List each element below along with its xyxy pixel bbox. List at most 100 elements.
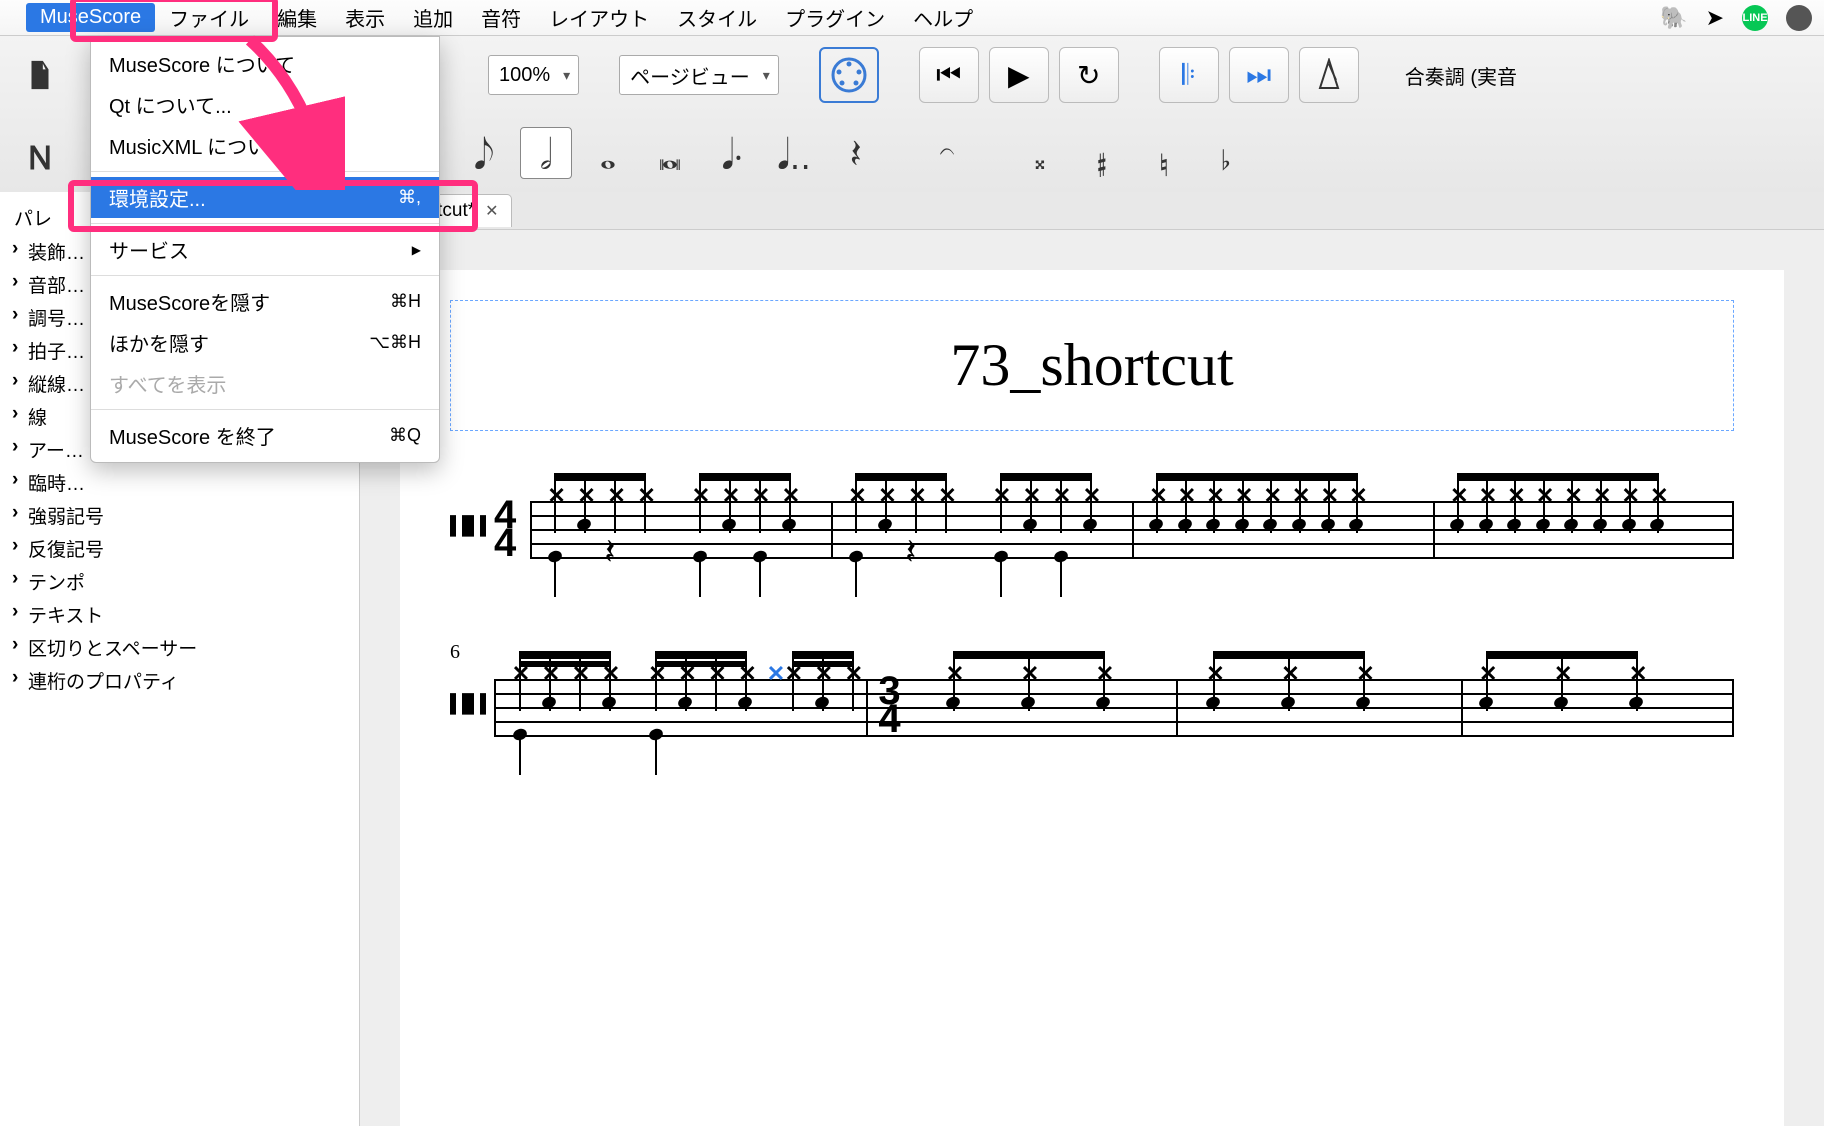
palette-item[interactable]: 臨時… <box>0 466 359 499</box>
menu-hide-musescore[interactable]: MuseScoreを隠す ⌘H <box>91 281 439 322</box>
menu-preferences[interactable]: 環境設定...⌘, <box>91 177 439 218</box>
menubar-tray: 🐘 ➤ LINE <box>1660 5 1812 31</box>
menu-quit[interactable]: MuseScore を終了⌘Q <box>91 415 439 456</box>
menu-separator <box>91 223 439 224</box>
tie-button[interactable]: 𝆣 <box>922 127 974 179</box>
close-tab-icon[interactable]: ✕ <box>485 201 498 221</box>
stem-down <box>554 557 556 597</box>
midi-button[interactable] <box>819 47 879 103</box>
menu-about-musicxml[interactable]: MusicXML について... <box>91 125 439 166</box>
barline <box>1132 501 1134 559</box>
note-8th-button[interactable]: 𝅘𝅥𝅮 <box>458 127 510 179</box>
percussion-clef-icon: 𝄥𝄥 <box>450 679 494 737</box>
menu-hide-others[interactable]: ほかを隠す⌥⌘H <box>91 322 439 363</box>
barline <box>1176 679 1178 737</box>
barline <box>1732 501 1734 559</box>
menu-style[interactable]: スタイル <box>663 0 771 35</box>
staff[interactable]: 3 4 ✕ ✕✕✕✕✕✕✕✕✕✕✕✕✕✕✕✕✕✕✕✕ <box>494 679 1734 737</box>
line-icon[interactable]: LINE <box>1742 5 1768 31</box>
rest-button[interactable]: 𝄽 <box>830 127 882 179</box>
palette-item[interactable]: テキスト <box>0 598 359 631</box>
new-file-button[interactable] <box>14 49 66 101</box>
palette-item[interactable]: 区切りとスペーサー <box>0 631 359 664</box>
barline <box>1433 501 1435 559</box>
rewind-button[interactable]: ⏮ <box>919 47 979 103</box>
menu-show-all: すべてを表示 <box>91 363 439 404</box>
play-to-end-button[interactable]: ⏭ <box>1229 47 1289 103</box>
repeat-start-button[interactable]: 𝄆 <box>1159 47 1219 103</box>
menu-add[interactable]: 追加 <box>399 0 467 35</box>
view-combo[interactable]: ページビュー <box>619 55 779 95</box>
sharp-button[interactable]: ♯ <box>1076 127 1128 179</box>
note-input-button[interactable]: N <box>14 127 66 179</box>
menu-layout[interactable]: レイアウト <box>535 0 663 35</box>
palette-item[interactable]: 連桁のプロパティ <box>0 664 359 697</box>
concert-pitch-label[interactable]: 合奏調 (実音 <box>1405 61 1517 90</box>
zoom-value: 100% <box>499 64 550 87</box>
rest[interactable]: 𝄽 <box>604 531 615 574</box>
barline <box>1461 679 1463 737</box>
barline <box>831 501 833 559</box>
rest[interactable]: 𝄽 <box>905 531 916 574</box>
title-frame[interactable]: 73_shortcut <box>450 300 1734 431</box>
loop-button[interactable]: ↻ <box>1059 47 1119 103</box>
note-whole-button[interactable]: 𝅝 <box>582 127 634 179</box>
evernote-icon[interactable]: 🐘 <box>1660 5 1687 31</box>
menu-separator <box>91 275 439 276</box>
note-dot-button[interactable]: 𝅘𝅥· <box>706 127 758 179</box>
staff-system-2[interactable]: 6 𝄥𝄥 3 4 ✕ ✕✕✕✕✕✕✕✕✕✕✕✕✕✕✕✕✕✕✕✕ <box>450 679 1734 737</box>
menu-about-qt-label: Qt について... <box>109 90 232 119</box>
user-icon[interactable] <box>1786 5 1812 31</box>
selected-note[interactable]: ✕ <box>767 661 785 687</box>
menu-separator <box>91 171 439 172</box>
time-signature[interactable]: 4 4 <box>494 501 530 559</box>
score-title[interactable]: 73_shortcut <box>481 331 1703 400</box>
note-double-dot-button[interactable]: 𝅘𝅥‥ <box>768 127 820 179</box>
menu-services[interactable]: サービス <box>91 229 439 270</box>
menu-about-qt[interactable]: Qt について... <box>91 84 439 125</box>
palette-item[interactable]: テンポ <box>0 565 359 598</box>
menu-help[interactable]: ヘルプ <box>899 0 987 35</box>
flow-icon[interactable]: ➤ <box>1706 5 1724 31</box>
menu-separator <box>91 409 439 410</box>
menu-view[interactable]: 表示 <box>331 0 399 35</box>
menu-about-musicxml-label: MusicXML について... <box>109 131 303 160</box>
menu-file[interactable]: ファイル <box>155 0 263 35</box>
percussion-clef-icon: 𝄥𝄥 <box>450 501 494 559</box>
time-signature[interactable]: 3 4 <box>878 677 914 733</box>
zoom-combo[interactable]: 100% <box>488 55 579 95</box>
menu-hide-musescore-shortcut: ⌘H <box>390 291 421 312</box>
menu-show-all-label: すべてを表示 <box>109 369 226 398</box>
timesig-bot: 4 <box>878 705 900 733</box>
menu-edit[interactable]: 編集 <box>263 0 331 35</box>
view-value: ページビュー <box>630 61 750 90</box>
measure-number: 6 <box>450 641 460 664</box>
metronome-button[interactable] <box>1299 47 1359 103</box>
app-menu-dropdown: MuseScore について Qt について... MusicXML について.… <box>90 36 440 463</box>
stem-down <box>1000 557 1002 597</box>
note-half-button[interactable]: 𝅗𝅥 <box>520 127 572 179</box>
menu-app[interactable]: MuseScore <box>26 3 155 32</box>
play-button[interactable]: ▶ <box>989 47 1049 103</box>
natural-button[interactable]: ♮ <box>1138 127 1190 179</box>
menu-plugins[interactable]: プラグイン <box>771 0 899 35</box>
timesig-bot: 4 <box>494 529 516 557</box>
menu-hide-musescore-label: MuseScoreを隠す <box>109 287 270 316</box>
note-breve-button[interactable]: 𝅜 <box>644 127 696 179</box>
double-sharp-button[interactable]: 𝄪 <box>1014 127 1066 179</box>
menu-quit-label: MuseScore を終了 <box>109 421 276 450</box>
flat-button[interactable]: ♭ <box>1200 127 1252 179</box>
menu-about-musescore[interactable]: MuseScore について <box>91 43 439 84</box>
barline <box>1732 679 1734 737</box>
staff-system-1[interactable]: 𝄥𝄥 4 4 ✕✕✕✕𝄽✕✕✕✕✕✕✕✕𝄽✕✕✕✕✕✕✕✕✕✕✕✕✕✕✕✕✕✕✕… <box>450 501 1734 559</box>
stem-down <box>1060 557 1062 597</box>
mac-menubar: MuseScore ファイル 編集 表示 追加 音符 レイアウト スタイル プラ… <box>0 0 1824 36</box>
palette-item[interactable]: 強弱記号 <box>0 499 359 532</box>
stem-down <box>655 735 657 775</box>
document-tabs: 3_shortcut* ✕ <box>360 192 1824 230</box>
stem-down <box>759 557 761 597</box>
palette-item[interactable]: 反復記号 <box>0 532 359 565</box>
score-canvas[interactable]: 73_shortcut 𝄥𝄥 4 4 ✕✕✕✕𝄽✕✕✕✕✕✕✕✕𝄽✕✕✕✕✕✕ <box>360 230 1824 1126</box>
menu-notes[interactable]: 音符 <box>467 0 535 35</box>
staff[interactable]: ✕✕✕✕𝄽✕✕✕✕✕✕✕✕𝄽✕✕✕✕✕✕✕✕✕✕✕✕✕✕✕✕✕✕✕✕ <box>530 501 1734 559</box>
